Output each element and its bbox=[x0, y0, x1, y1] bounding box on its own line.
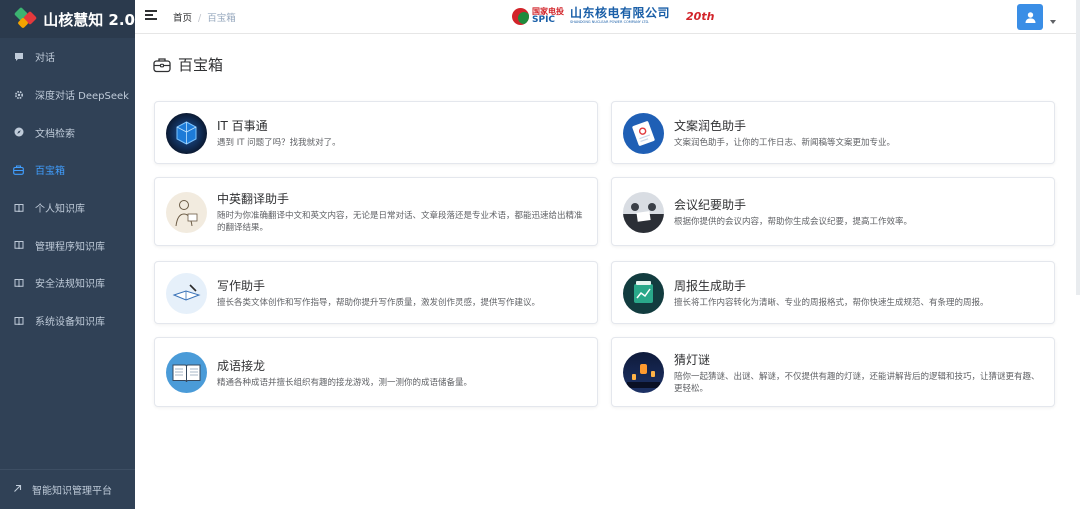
card-title: 写作助手 bbox=[217, 279, 266, 293]
arrow-up-right-icon bbox=[13, 483, 22, 496]
app-title: 山核慧知 2.0 bbox=[43, 10, 135, 29]
document-icon bbox=[623, 113, 664, 154]
report-board-icon bbox=[623, 273, 664, 314]
sidebar-item-label: 系统设备知识库 bbox=[35, 317, 105, 329]
sidebar-item-label: 文档检索 bbox=[35, 128, 75, 140]
sidebar-item-equipment-kb[interactable]: 系统设备知识库 bbox=[0, 302, 135, 340]
breadcrumb: 首页 / 百宝箱 bbox=[173, 10, 236, 24]
card-title: IT 百事通 bbox=[217, 119, 268, 133]
book-icon bbox=[13, 202, 24, 213]
scrollbar[interactable] bbox=[1076, 0, 1080, 295]
book-icon bbox=[13, 277, 24, 288]
spic-logo-icon bbox=[512, 7, 529, 25]
toolbox-icon bbox=[153, 57, 171, 73]
sketch-person-icon bbox=[166, 192, 207, 233]
sidebar-item-label: 对话 bbox=[35, 53, 55, 65]
book-icon bbox=[13, 315, 24, 326]
card-title: 成语接龙 bbox=[217, 359, 266, 373]
meeting-icon bbox=[623, 192, 664, 233]
chat-icon bbox=[13, 51, 24, 62]
company-name: 山东核电有限公司 SHANDONG NUCLEAR POWER COMPANY … bbox=[570, 7, 670, 25]
it-cube-icon bbox=[166, 113, 207, 154]
sidebar-item-procedure-kb[interactable]: 管理程序知识库 bbox=[0, 226, 135, 264]
card-title: 文案润色助手 bbox=[674, 119, 747, 133]
breadcrumb-separator: / bbox=[198, 13, 202, 24]
avatar[interactable] bbox=[1017, 4, 1043, 30]
card-text: 会议纪要助手 根据你提供的会议内容，帮助你生成会议纪要，提高工作效率。 bbox=[674, 196, 1042, 229]
card-text: IT 百事通 遇到 IT 问题了吗？找我就对了。 bbox=[217, 117, 585, 150]
card-copywriting[interactable]: 文案润色助手 文案润色助手，让你的工作日志、新闻稿等文案更加专业。 bbox=[611, 101, 1055, 164]
writing-book-icon bbox=[166, 273, 207, 314]
hamburger-menu-icon[interactable] bbox=[145, 10, 157, 22]
sidebar-item-deepseek[interactable]: 深度对话 DeepSeek bbox=[0, 76, 135, 114]
card-writing[interactable]: 写作助手 擅长各类文体创作和写作指导，帮助你提升写作质量，激发创作灵感，提供写作… bbox=[154, 261, 598, 324]
sidebar-footer-label: 智能知识管理平台 bbox=[32, 486, 112, 497]
card-translation[interactable]: 中英翻译助手 随时为你准确翻译中文和英文内容，无论是日常对话、文章段落还是专业术… bbox=[154, 177, 598, 246]
card-lantern-riddles[interactable]: 猜灯谜 陪你一起猜谜、出谜、解谜，不仅提供有趣的灯谜，还能讲解背后的逻辑和技巧，… bbox=[611, 337, 1055, 407]
card-text: 中英翻译助手 随时为你准确翻译中文和英文内容，无论是日常对话、文章段落还是专业术… bbox=[217, 190, 585, 235]
breadcrumb-current: 百宝箱 bbox=[207, 13, 236, 24]
card-text: 文案润色助手 文案润色助手，让你的工作日志、新闻稿等文案更加专业。 bbox=[674, 117, 1042, 150]
card-desc: 随时为你准确翻译中文和英文内容，无论是日常对话、文章段落还是专业术语，都能迅速给… bbox=[217, 211, 583, 233]
open-book-icon bbox=[166, 352, 207, 393]
card-title: 中英翻译助手 bbox=[217, 192, 290, 206]
toolbox-icon bbox=[13, 164, 24, 175]
sidebar-footer-link[interactable]: 智能知识管理平台 bbox=[0, 469, 135, 509]
sidebar-item-label: 百宝箱 bbox=[35, 166, 65, 178]
main-content: 百宝箱 IT 百事通 遇到 IT 问题了吗？找我就对了。 文案润色助手 文案润色… bbox=[135, 34, 1080, 509]
sidebar-item-label: 深度对话 DeepSeek bbox=[35, 91, 129, 103]
sidebar-item-label: 个人知识库 bbox=[35, 204, 85, 216]
compass-icon bbox=[13, 127, 24, 138]
brand[interactable]: 山核慧知 2.0 bbox=[0, 0, 135, 38]
user-icon bbox=[1025, 11, 1035, 23]
card-desc: 精通各种成语并擅长组织有趣的接龙游戏，测一测你的成语储备量。 bbox=[217, 378, 473, 388]
app-logo-icon bbox=[13, 6, 38, 31]
sidebar-nav: 对话 深度对话 DeepSeek 文档检索 百宝箱 个人知识库 管理程序知识库 … bbox=[0, 38, 135, 340]
card-text: 猜灯谜 陪你一起猜谜、出谜、解谜，不仅提供有趣的灯谜，还能讲解背后的逻辑和技巧，… bbox=[674, 351, 1042, 396]
sidebar-item-chat[interactable]: 对话 bbox=[0, 38, 135, 76]
card-text: 周报生成助手 擅长将工作内容转化为清晰、专业的周报格式，帮你快速生成规范、有条理… bbox=[674, 277, 1042, 310]
company-abbr-en: SPIC bbox=[532, 14, 556, 25]
card-it-helper[interactable]: IT 百事通 遇到 IT 问题了吗？找我就对了。 bbox=[154, 101, 598, 164]
company-name-cn: 山东核电有限公司 bbox=[570, 6, 671, 21]
company-abbr: 国家电投 SPIC bbox=[532, 7, 564, 25]
card-weekly-report[interactable]: 周报生成助手 擅长将工作内容转化为清晰、专业的周报格式，帮你快速生成规范、有条理… bbox=[611, 261, 1055, 324]
card-desc: 遇到 IT 问题了吗？找我就对了。 bbox=[217, 138, 341, 148]
lanterns-icon bbox=[623, 352, 664, 393]
card-desc: 擅长将工作内容转化为清晰、专业的周报格式，帮你快速生成规范、有条理的周报。 bbox=[674, 298, 989, 308]
page-title-text: 百宝箱 bbox=[178, 56, 224, 74]
card-text: 写作助手 擅长各类文体创作和写作指导，帮助你提升写作质量，激发创作灵感，提供写作… bbox=[217, 277, 585, 310]
card-desc: 根据你提供的会议内容，帮助你生成会议纪要，提高工作效率。 bbox=[674, 217, 913, 227]
card-desc: 擅长各类文体创作和写作指导，帮助你提升写作质量，激发创作灵感，提供写作建议。 bbox=[217, 298, 541, 308]
card-desc: 陪你一起猜谜、出谜、解谜，不仅提供有趣的灯谜，还能讲解背后的逻辑和技巧，让猜谜更… bbox=[674, 372, 1040, 394]
card-desc: 文案润色助手，让你的工作日志、新闻稿等文案更加专业。 bbox=[674, 138, 896, 148]
sidebar-item-safety-kb[interactable]: 安全法规知识库 bbox=[0, 264, 135, 302]
anniversary-badge: 20th bbox=[686, 9, 715, 23]
sidebar-item-label: 安全法规知识库 bbox=[35, 279, 105, 291]
gear-icon bbox=[13, 89, 24, 100]
sidebar-item-label: 管理程序知识库 bbox=[35, 241, 105, 253]
sidebar-item-personal-kb[interactable]: 个人知识库 bbox=[0, 189, 135, 227]
company-logo: 国家电投 SPIC 山东核电有限公司 SHANDONG NUCLEAR POWE… bbox=[512, 4, 714, 28]
page-title: 百宝箱 bbox=[153, 54, 223, 75]
company-name-en: SHANDONG NUCLEAR POWER COMPANY LTD. bbox=[570, 20, 650, 25]
sidebar: 山核慧知 2.0 对话 深度对话 DeepSeek 文档检索 百宝箱 个人知识库… bbox=[0, 0, 135, 509]
card-idiom-chain[interactable]: 成语接龙 精通各种成语并擅长组织有趣的接龙游戏，测一测你的成语储备量。 bbox=[154, 337, 598, 407]
card-meeting-minutes[interactable]: 会议纪要助手 根据你提供的会议内容，帮助你生成会议纪要，提高工作效率。 bbox=[611, 177, 1055, 246]
book-icon bbox=[13, 240, 24, 251]
sidebar-item-doc-search[interactable]: 文档检索 bbox=[0, 113, 135, 151]
card-title: 猜灯谜 bbox=[674, 353, 711, 367]
card-text: 成语接龙 精通各种成语并擅长组织有趣的接龙游戏，测一测你的成语储备量。 bbox=[217, 357, 585, 390]
card-title: 周报生成助手 bbox=[674, 279, 747, 293]
card-title: 会议纪要助手 bbox=[674, 198, 747, 212]
caret-down-icon[interactable] bbox=[1050, 20, 1056, 24]
breadcrumb-home[interactable]: 首页 bbox=[173, 13, 192, 24]
sidebar-item-toolbox[interactable]: 百宝箱 bbox=[0, 151, 135, 189]
top-navbar: 首页 / 百宝箱 国家电投 SPIC 山东核电有限公司 SHANDONG NUCLE… bbox=[135, 0, 1080, 34]
